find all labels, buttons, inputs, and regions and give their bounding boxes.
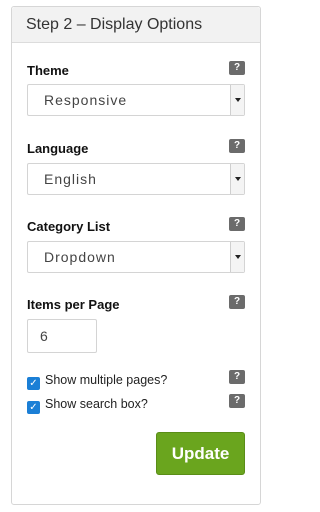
chevron-down-icon	[230, 242, 244, 272]
language-select[interactable]: English	[27, 163, 245, 195]
theme-label: Theme	[27, 63, 69, 78]
chevron-down-icon	[230, 164, 244, 194]
chevron-down-icon	[230, 85, 244, 115]
multiple-pages-label: Show multiple pages?	[45, 373, 168, 387]
multiple-pages-help-icon[interactable]: ?	[229, 370, 245, 384]
category-list-value: Dropdown	[44, 249, 116, 265]
multiple-pages-checkbox-row[interactable]: ✓ Show multiple pages?	[27, 373, 167, 390]
search-box-label: Show search box?	[45, 397, 148, 411]
language-label: Language	[27, 141, 89, 156]
category-list-label: Category List	[27, 219, 111, 234]
language-value: English	[44, 171, 97, 187]
category-list-select[interactable]: Dropdown	[27, 241, 245, 273]
theme-help-icon[interactable]: ?	[229, 61, 245, 75]
theme-value: Responsive	[44, 92, 128, 108]
search-box-help-icon[interactable]: ?	[229, 394, 245, 408]
category-list-help-icon[interactable]: ?	[229, 217, 245, 231]
language-help-icon[interactable]: ?	[229, 139, 245, 153]
multiple-pages-checkbox[interactable]: ✓	[27, 377, 40, 390]
search-box-checkbox[interactable]: ✓	[27, 401, 40, 414]
theme-select[interactable]: Responsive	[27, 84, 245, 116]
panel-title: Step 2 – Display Options	[12, 7, 260, 43]
items-per-page-label: Items per Page	[27, 297, 120, 312]
search-box-checkbox-row[interactable]: ✓ Show search box?	[27, 397, 148, 414]
items-per-page-input[interactable]: 6	[27, 319, 97, 353]
display-options-panel: Step 2 – Display Options Theme ? Respons…	[11, 6, 261, 505]
items-per-page-help-icon[interactable]: ?	[229, 295, 245, 309]
update-button[interactable]: Update	[156, 432, 245, 475]
